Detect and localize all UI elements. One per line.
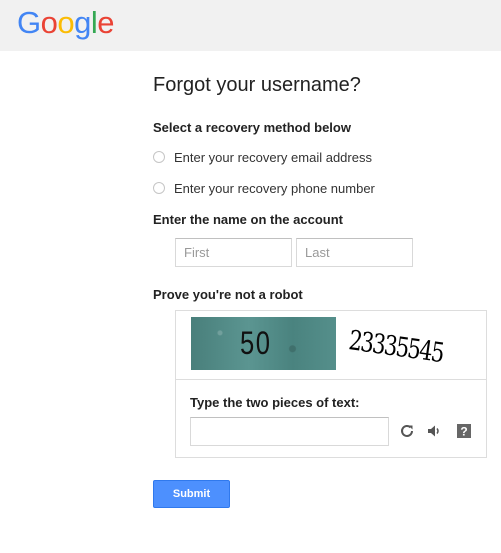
radio-label: Enter your recovery phone number (174, 180, 375, 196)
page-header: Google (0, 0, 501, 51)
logo-letter: G (17, 5, 41, 40)
last-name-input[interactable]: Last (296, 238, 413, 267)
refresh-icon[interactable] (399, 423, 415, 439)
captcha-input[interactable] (190, 417, 389, 446)
radio-button[interactable] (153, 182, 165, 194)
logo-letter: o (57, 5, 75, 40)
first-name-input[interactable]: First (175, 238, 292, 267)
logo-letter: e (97, 5, 115, 40)
captcha-distorted-text: 23335545 (346, 325, 445, 370)
radio-recovery-phone[interactable]: Enter your recovery phone number (153, 179, 375, 197)
captcha-photo-text: 50 (239, 325, 272, 361)
radio-button[interactable] (153, 151, 165, 163)
logo-letter: o (40, 5, 58, 40)
radio-recovery-email[interactable]: Enter your recovery email address (153, 148, 372, 166)
svg-text:?: ? (460, 425, 467, 439)
logo-letter: g (74, 5, 91, 40)
captcha-prompt: Type the two pieces of text: (190, 395, 360, 410)
page-title: Forgot your username? (153, 74, 361, 96)
recovery-method-label: Select a recovery method below (153, 120, 351, 135)
google-logo[interactable]: Google (17, 4, 115, 42)
captcha-images: 50 23335545 (176, 311, 486, 380)
help-icon[interactable]: ? (456, 423, 472, 439)
account-name-label: Enter the name on the account (153, 212, 343, 227)
captcha-image-photo: 50 (191, 317, 336, 370)
submit-button[interactable]: Submit (153, 480, 230, 508)
captcha-widget: 50 23335545 Type the two pieces of text:… (175, 310, 487, 458)
radio-label: Enter your recovery email address (174, 149, 372, 165)
captcha-label: Prove you're not a robot (153, 287, 303, 302)
audio-icon[interactable] (426, 423, 442, 439)
